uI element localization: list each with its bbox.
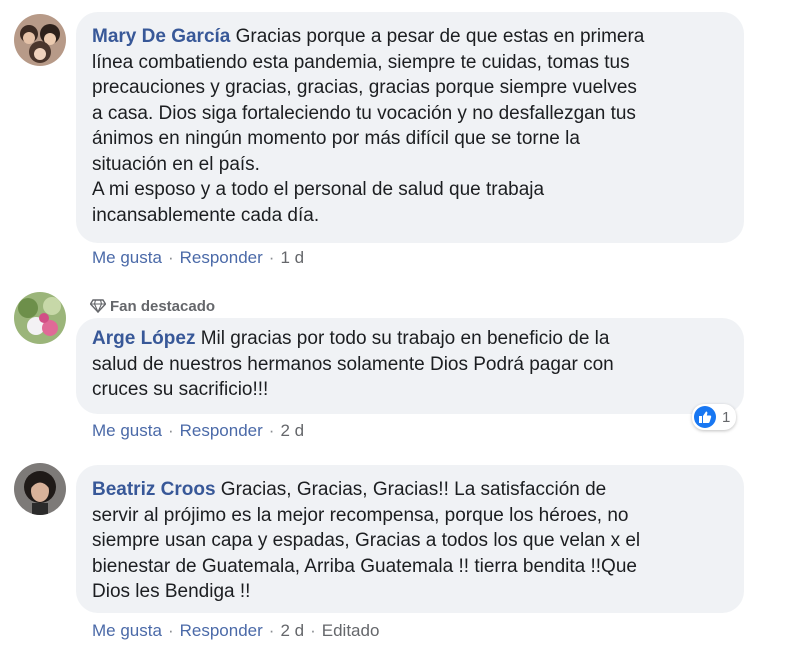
like-link[interactable]: Me gusta [92,621,162,640]
like-link[interactable]: Me gusta [92,248,162,267]
comment-bubble: Arge López Mil gracias por todo su traba… [76,318,744,414]
comment-actions: Me gusta · Responder · 1 d [92,248,305,267]
reply-link[interactable]: Responder [180,248,263,267]
comment-bubble: Beatriz Croos Gracias, Gracias, Gracias!… [76,465,744,613]
avatar[interactable] [14,14,66,66]
top-fan-badge: Fan destacado [89,298,216,317]
thumbs-up-icon [694,406,716,428]
avatar[interactable] [14,292,66,344]
comment-line: bienestar de Guatemala, Arriba Guatemala… [92,555,637,577]
comment-line: A mi esposo y a todo el personal de salu… [92,179,545,200]
comment-line: a casa. Dios siga fortaleciendo tu vocac… [92,102,636,124]
comment-bubble: Mary De García Gracias porque a pesar de… [76,12,744,243]
comment-line: línea combatiendo esta pandemia, siempre… [92,51,630,73]
comment-text: Mary De García Gracias porque a pesar de… [92,24,728,228]
comment-line: servir al prójimo es la mejor recompensa… [92,504,629,526]
comment-line: Gracias, Gracias, Gracias!! La satisfacc… [215,479,607,500]
comment-actions: Me gusta · Responder · 2 d [92,421,305,440]
author-name[interactable]: Beatriz Croos [92,479,216,500]
diamond-icon [89,299,107,317]
comment-text: Beatriz Croos Gracias, Gracias, Gracias!… [92,477,728,605]
author-name[interactable]: Arge López [92,328,195,349]
comment-line: siempre usan capa y espadas, Gracias a t… [92,530,641,551]
fan-badge-label: Fan destacado [110,298,216,315]
reply-link[interactable]: Responder [180,421,263,440]
comment-line: situación en el país. [92,153,260,175]
comment-line: precauciones y gracias, gracias, gracias… [92,77,637,98]
timestamp[interactable]: 2 d [280,621,304,640]
comment-line: Gracias porque a pesar de que estas en p… [230,26,645,47]
comment-text: Arge López Mil gracias por todo su traba… [92,326,728,403]
timestamp[interactable]: 1 d [280,248,304,267]
comment-line: ánimos en ningún momento por más difícil… [92,128,580,149]
comment-line: Mil gracias por todo su trabajo en benef… [195,328,610,349]
comment-line: incansablemente cada día. [92,204,320,226]
timestamp[interactable]: 2 d [280,421,304,440]
author-name[interactable]: Mary De García [92,26,230,47]
reaction-summary[interactable]: 1 [692,404,737,430]
like-link[interactable]: Me gusta [92,421,162,440]
avatar[interactable] [14,463,66,515]
comment-line: salud de nuestros hermanos solamente Dio… [92,353,614,375]
reaction-count: 1 [722,408,731,426]
comment-actions: Me gusta · Responder · 2 d · Editado [92,621,380,640]
comment-line: cruces su sacrificio!!! [92,379,269,400]
edited-label[interactable]: Editado [322,621,380,640]
comment-line: Dios les Bendiga !! [92,581,251,602]
reply-link[interactable]: Responder [180,621,263,640]
